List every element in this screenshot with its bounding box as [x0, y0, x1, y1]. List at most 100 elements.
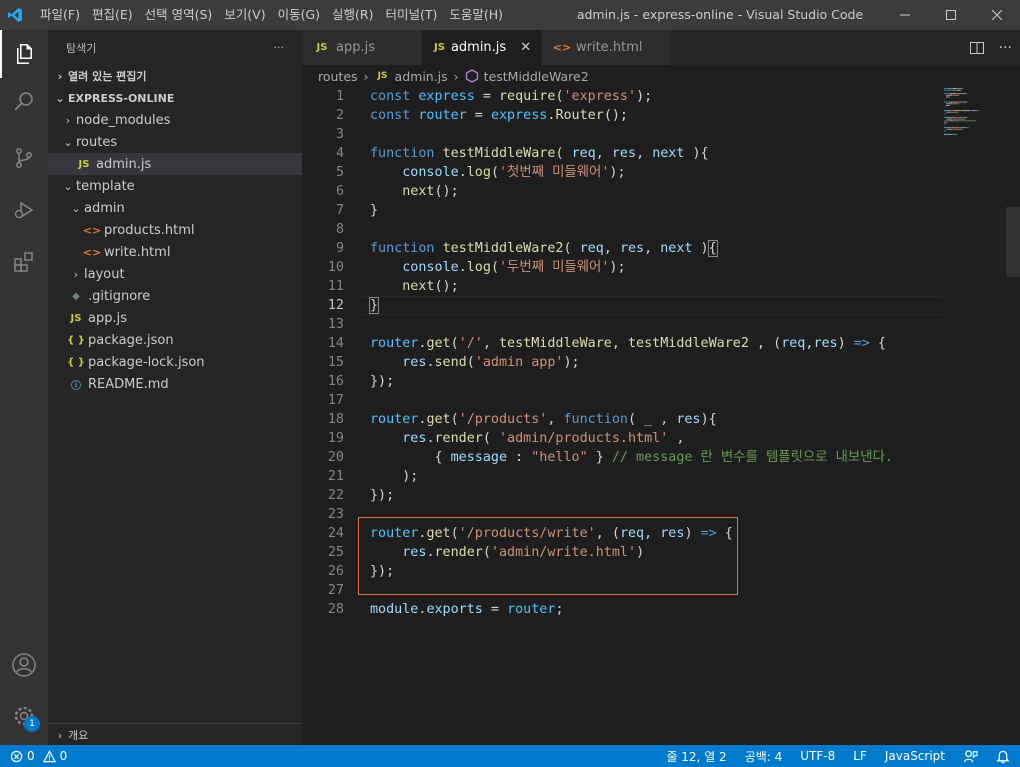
- search-button[interactable]: [0, 78, 48, 126]
- minimap[interactable]: [942, 87, 1006, 137]
- outline-section[interactable]: › 개요: [48, 723, 302, 745]
- scrollbar-thumb[interactable]: [1006, 207, 1020, 277]
- chevron-down-icon: ⌄: [63, 135, 73, 149]
- tree-item[interactable]: ⌄ admin: [48, 197, 302, 219]
- code-line: 9 function testMiddleWare2( req, res, nex…: [302, 239, 942, 258]
- code-token: .: [426, 431, 435, 446]
- code-text: { message : "hello" } // message 란 변수를 템…: [370, 448, 893, 467]
- tree-item[interactable]: JS admin.js: [48, 153, 302, 175]
- vertical-scrollbar[interactable]: [1006, 87, 1020, 745]
- minimize-button[interactable]: [882, 0, 928, 30]
- tree-item[interactable]: ⓘ README.md: [48, 373, 302, 395]
- tab-admin-js[interactable]: JS admin.js ✕: [422, 30, 542, 65]
- code-token: ,: [482, 336, 499, 351]
- tree-item[interactable]: JS app.js: [48, 307, 302, 329]
- cursor-position[interactable]: 줄 12, 열 2: [666, 748, 726, 765]
- minimap-token: [953, 133, 957, 135]
- activity-bar: 1: [0, 30, 48, 745]
- html-file-icon: <>: [552, 41, 572, 54]
- tree-item[interactable]: <> write.html: [48, 241, 302, 263]
- menu-item[interactable]: 도움말(H): [443, 0, 509, 30]
- source-control-button[interactable]: [0, 134, 48, 182]
- tree-item-label: write.html: [104, 244, 171, 260]
- breadcrumb-file[interactable]: admin.js: [395, 69, 448, 84]
- minimap-token: [947, 110, 948, 112]
- split-editor-icon[interactable]: [969, 40, 985, 56]
- more-actions-icon[interactable]: ···: [999, 40, 1012, 56]
- menu-item[interactable]: 이동(G): [272, 0, 326, 30]
- menu-item[interactable]: 편집(E): [86, 0, 139, 30]
- code-token: // message 란 변수를 템플릿으로 내보낸다.: [611, 450, 893, 465]
- tab-write-html[interactable]: <> write.html: [542, 30, 672, 65]
- minimap-token: [947, 127, 950, 129]
- minimap-token: [951, 88, 953, 89]
- line-number: 6: [335, 184, 344, 199]
- tree-item[interactable]: › node_modules: [48, 109, 302, 131]
- code-token: ): [692, 241, 709, 256]
- line-number: 13: [327, 317, 344, 332]
- minimap-token: [947, 88, 952, 89]
- notifications-bell-icon[interactable]: [996, 749, 1010, 764]
- end-of-line[interactable]: LF: [853, 749, 867, 763]
- tree-item-label: package-lock.json: [88, 354, 205, 370]
- menu-item[interactable]: 터미널(T): [380, 0, 444, 30]
- code-token: =: [482, 602, 508, 617]
- minimap-token: [944, 88, 947, 89]
- close-window-button[interactable]: [974, 0, 1020, 30]
- menu-item[interactable]: 보기(V): [218, 0, 271, 30]
- breadcrumb-folder[interactable]: routes: [318, 69, 358, 84]
- more-actions-icon[interactable]: ···: [274, 41, 285, 54]
- tree-item[interactable]: { } package.json: [48, 329, 302, 351]
- code-line: 16});: [302, 372, 942, 391]
- project-section[interactable]: ⌄ EXPRESS-ONLINE: [48, 87, 302, 109]
- language-mode[interactable]: JavaScript: [885, 749, 945, 763]
- extensions-button[interactable]: [0, 238, 48, 286]
- feedback-icon[interactable]: [963, 749, 978, 764]
- breadcrumb-symbol[interactable]: testMiddleWare2: [484, 69, 589, 84]
- minimap-token: [947, 128, 949, 130]
- indentation[interactable]: 공백: 4: [745, 748, 783, 765]
- menu-item[interactable]: 실행(R): [326, 0, 379, 30]
- code-token: res: [402, 545, 427, 560]
- tree-item-label: README.md: [88, 376, 169, 392]
- code-token: ){: [684, 146, 709, 161]
- manage-button[interactable]: 1: [0, 692, 48, 740]
- warning-count: 0: [59, 749, 68, 763]
- minimap-token: [965, 93, 968, 95]
- code-text: console.log('두번째 미들웨어');: [370, 258, 625, 277]
- code-token: }: [587, 450, 612, 465]
- minimap-token: [963, 93, 966, 95]
- line-number: 7: [335, 203, 344, 218]
- tree-item[interactable]: <> products.html: [48, 219, 302, 241]
- tree-item[interactable]: › layout: [48, 263, 302, 285]
- minimap-token: [944, 113, 946, 115]
- code-editor[interactable]: 1 const express = require('express'); 2 con…: [302, 87, 1020, 745]
- open-editors-section[interactable]: › 열려 있는 편집기: [48, 65, 302, 87]
- run-debug-button[interactable]: [0, 186, 48, 234]
- menu-item[interactable]: 파일(F): [34, 0, 86, 30]
- code-token: }: [368, 297, 380, 314]
- close-tab-icon[interactable]: ✕: [520, 40, 531, 55]
- error-count: 0: [27, 749, 35, 763]
- code-text: res.send('admin app');: [370, 353, 579, 372]
- minimap-token: [957, 101, 959, 103]
- explorer-button[interactable]: [0, 30, 48, 78]
- encoding[interactable]: UTF-8: [800, 749, 835, 763]
- tree-item[interactable]: ⌄ template: [48, 175, 302, 197]
- source-control-icon: [15, 147, 33, 169]
- problems-indicator[interactable]: 0 0: [0, 749, 67, 763]
- tree-item[interactable]: ⌄ routes: [48, 131, 302, 153]
- maximize-button[interactable]: [928, 0, 974, 30]
- tab-app-js[interactable]: JS app.js: [302, 30, 422, 65]
- accounts-button[interactable]: [0, 641, 48, 689]
- code-text: );: [370, 467, 418, 486]
- minimap-token: [949, 110, 951, 112]
- tree-item[interactable]: ◆ .gitignore: [48, 285, 302, 307]
- menu-item[interactable]: 선택 영역(S): [139, 0, 219, 30]
- tree-item-label: .gitignore: [88, 288, 151, 304]
- code-token: {: [370, 450, 451, 465]
- tree-item[interactable]: { } package-lock.json: [48, 351, 302, 373]
- code-token: '첫번째 미들웨어': [499, 165, 610, 180]
